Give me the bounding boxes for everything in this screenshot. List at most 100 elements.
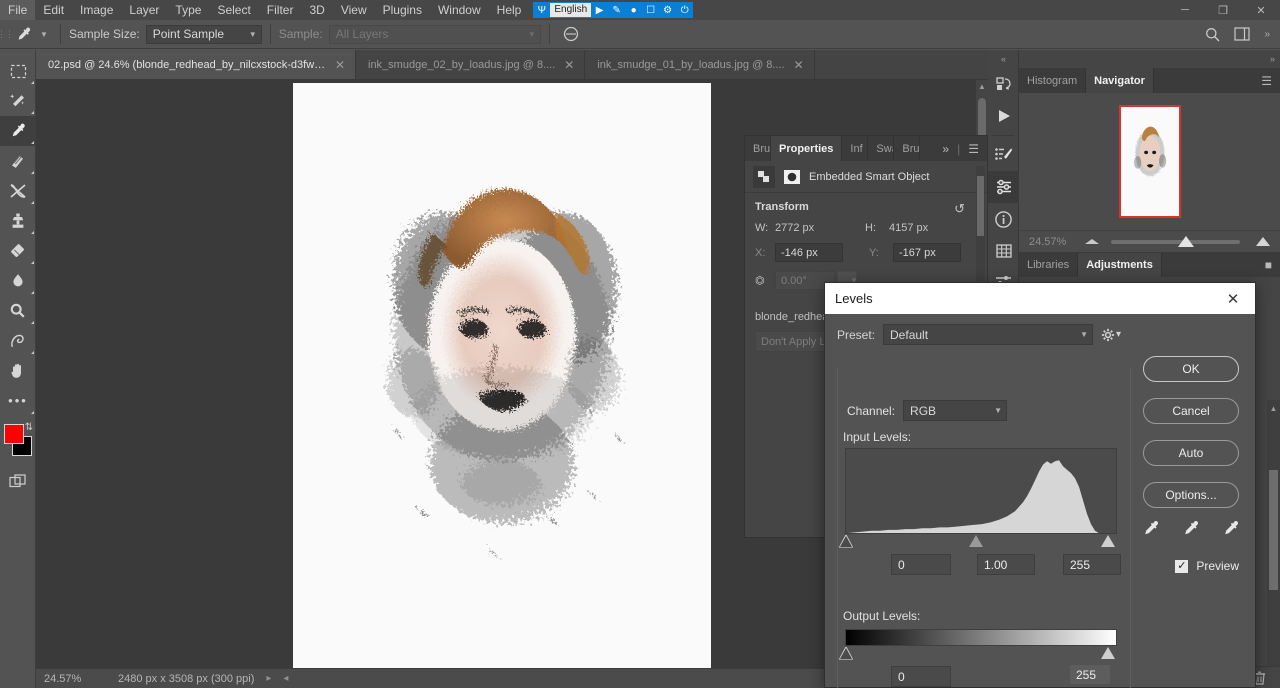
dodge-tool[interactable]	[0, 296, 36, 326]
menu-item-help[interactable]: Help	[489, 0, 530, 20]
tool-preset-chevron-icon[interactable]: ▼	[36, 23, 52, 45]
dock-scrollbar[interactable]: ▲ ▼	[1267, 400, 1280, 688]
tab-swatches[interactable]: Swa	[868, 136, 895, 161]
chevron-double-right-icon[interactable]: »	[942, 142, 949, 156]
blur-tool[interactable]	[0, 266, 36, 296]
close-icon-tab-0[interactable]: ✕	[335, 59, 345, 71]
history-icon[interactable]	[988, 68, 1019, 100]
close-icon[interactable]: ✕	[1221, 287, 1245, 311]
cancel-button[interactable]: Cancel	[1143, 398, 1239, 424]
menu-item-3d[interactable]: 3D	[301, 0, 332, 20]
menu-item-select[interactable]: Select	[209, 0, 258, 20]
rectangular-marquee-tool[interactable]	[0, 56, 36, 86]
brush-preset-icon[interactable]	[988, 139, 1019, 171]
output-shadow-field[interactable]: 0	[891, 666, 951, 687]
ime-language-label[interactable]: English	[550, 3, 592, 17]
zoom-level[interactable]: 24.57%	[36, 673, 108, 685]
preview-checkbox[interactable]: ✓	[1175, 559, 1189, 573]
ime-settings-icon[interactable]: ⚙	[659, 2, 676, 18]
channel-select[interactable]: RGB ▼	[903, 400, 1008, 421]
menu-item-file[interactable]: File	[0, 0, 36, 20]
ime-mic-icon[interactable]: ●	[625, 2, 642, 18]
menu-item-view[interactable]: View	[333, 0, 375, 20]
zoom-out-icon[interactable]	[1085, 239, 1099, 244]
set-white-point-icon[interactable]	[1221, 519, 1241, 539]
ime-power-icon[interactable]: ⏻	[676, 2, 693, 18]
input-shadow-field[interactable]: 0	[891, 554, 951, 575]
tab-info[interactable]: Inf	[842, 136, 869, 161]
document-tab-2[interactable]: ink_smudge_01_by_loadus.jpg @ 8.... ✕	[585, 50, 815, 79]
pen-tool[interactable]	[0, 326, 36, 356]
sample-ring-icon[interactable]	[558, 23, 584, 45]
menu-item-type[interactable]: Type	[167, 0, 209, 20]
navigator-zoom-slider[interactable]	[1085, 235, 1270, 249]
preview-row[interactable]: ✓ Preview	[1175, 559, 1239, 573]
document-tab-1[interactable]: ink_smudge_02_by_loadus.jpg @ 8.... ✕	[356, 50, 586, 79]
status-bar-chevron-icon-2[interactable]: ◂	[283, 673, 288, 684]
zoom-slider-knob[interactable]	[1177, 236, 1194, 247]
gear-icon[interactable]: ▾	[1101, 328, 1121, 342]
ime-pad-icon[interactable]: ☐	[642, 2, 659, 18]
info-icon[interactable]	[988, 203, 1019, 235]
ime-pen-icon[interactable]: ✎	[608, 2, 625, 18]
properties-scroll-thumb[interactable]	[977, 176, 984, 236]
set-black-point-icon[interactable]	[1141, 519, 1161, 539]
y-field[interactable]: -167 px	[893, 243, 961, 262]
zoom-in-icon[interactable]	[1256, 237, 1270, 246]
path-select-tool[interactable]	[0, 176, 36, 206]
restore-button[interactable]: ❐	[1204, 0, 1242, 20]
swap-colors-icon[interactable]: ⇅	[25, 422, 33, 433]
options-bar-grip[interactable]: ⋮⋮	[0, 20, 14, 49]
levels-dialog-titlebar[interactable]: Levels ✕	[825, 283, 1255, 314]
input-highlight-knob[interactable]	[1101, 535, 1115, 547]
foreground-color-swatch[interactable]	[4, 424, 24, 444]
output-highlight-field[interactable]: 255	[1069, 664, 1111, 685]
quick-mask-toggle[interactable]	[0, 468, 36, 494]
x-field[interactable]: -146 px	[775, 243, 843, 262]
play-icon[interactable]	[988, 100, 1019, 132]
close-button[interactable]: ✕	[1242, 0, 1280, 20]
artboard[interactable]	[293, 83, 711, 668]
input-highlight-field[interactable]: 255	[1063, 554, 1121, 575]
close-icon-tab-2[interactable]: ✕	[794, 59, 804, 71]
ime-language-bar[interactable]: Ψ English ▶ ✎ ● ☐ ⚙ ⏻	[533, 2, 694, 18]
healing-brush-tool[interactable]	[0, 146, 36, 176]
close-icon-tab-1[interactable]: ✕	[564, 59, 574, 71]
set-gray-point-icon[interactable]	[1181, 519, 1201, 539]
navigator-zoom-value[interactable]: 24.57%	[1029, 236, 1077, 248]
menu-item-image[interactable]: Image	[72, 0, 121, 20]
menu-item-edit[interactable]: Edit	[35, 0, 72, 20]
input-levels-slider[interactable]	[839, 535, 1117, 549]
output-levels-slider[interactable]	[839, 647, 1117, 661]
options-button[interactable]: Options...	[1143, 482, 1239, 508]
preset-select[interactable]: Default ▼	[883, 324, 1094, 345]
dock-scroll-up-icon[interactable]: ▲	[1267, 400, 1280, 416]
panel-menu-icon-3[interactable]: ☰	[968, 142, 979, 156]
more-tools-button[interactable]: •••	[0, 386, 36, 416]
output-highlight-knob[interactable]	[1101, 647, 1115, 659]
eyedropper-tool[interactable]	[0, 116, 36, 146]
menu-item-layer[interactable]: Layer	[121, 0, 167, 20]
workspace-switcher-icon[interactable]	[1234, 27, 1251, 41]
menu-item-plugins[interactable]: Plugins	[375, 0, 430, 20]
width-value[interactable]: 2772 px	[775, 222, 814, 234]
input-gamma-field[interactable]: 1.00	[977, 554, 1035, 575]
status-bar-chevron-icon[interactable]: ▸	[266, 673, 271, 684]
magic-wand-tool[interactable]	[0, 86, 36, 116]
adjustments-icon[interactable]	[988, 171, 1019, 203]
clone-stamp-tool[interactable]	[0, 206, 36, 236]
reset-transform-icon[interactable]: ↺	[954, 201, 965, 217]
document-tab-0[interactable]: 02.psd @ 24.6% (blonde_redhead_by_nilcxs…	[36, 50, 356, 79]
tab-libraries[interactable]: Libraries	[1019, 253, 1079, 277]
tab-histogram[interactable]: Histogram	[1019, 68, 1087, 93]
zoom-slider-track[interactable]	[1111, 239, 1240, 244]
sample-size-select[interactable]: Point Sample ▼	[145, 24, 262, 44]
menu-item-window[interactable]: Window	[430, 0, 489, 20]
panel-menu-icon[interactable]: ☰	[1253, 68, 1280, 93]
scroll-up-icon[interactable]: ▲	[976, 80, 988, 92]
tab-brushes-2[interactable]: Bru	[894, 136, 921, 161]
levels-dialog[interactable]: Levels ✕ Preset: Default ▼ ▾ Channel: RG…	[824, 282, 1256, 688]
input-histogram[interactable]	[845, 448, 1117, 534]
sample-select[interactable]: All Layers ▼	[328, 24, 541, 44]
navigator-preview[interactable]	[1019, 93, 1280, 230]
